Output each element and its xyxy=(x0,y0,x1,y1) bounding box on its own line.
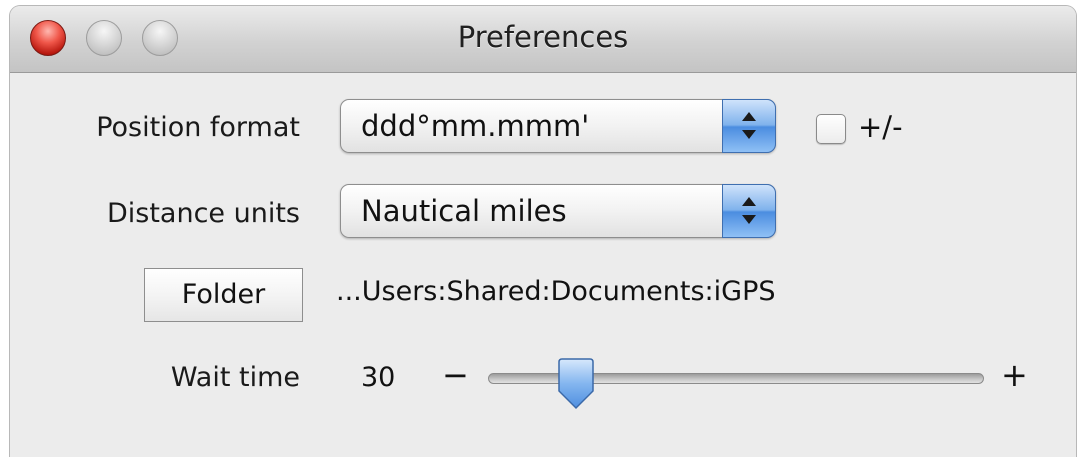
folder-button[interactable]: Folder xyxy=(144,268,303,322)
wait-time-label: Wait time xyxy=(170,362,300,393)
increase-wait-time-button[interactable]: + xyxy=(1001,356,1028,394)
wait-time-slider-knob[interactable] xyxy=(556,358,596,410)
plus-minus-checkbox[interactable] xyxy=(816,114,846,144)
title-bar[interactable]: Preferences xyxy=(10,6,1076,73)
distance-units-stepper-icon xyxy=(722,184,776,238)
position-format-value: ddd°mm.mmm' xyxy=(361,109,590,143)
position-format-popup[interactable]: ddd°mm.mmm' xyxy=(340,99,776,153)
distance-units-value: Nautical miles xyxy=(361,194,567,228)
preferences-window: Preferences Position format ddd°mm.mmm' … xyxy=(10,6,1076,457)
decrease-wait-time-button[interactable]: − xyxy=(442,356,469,394)
arrow-up-icon xyxy=(742,197,756,206)
wait-time-value: 30 xyxy=(361,362,396,393)
position-format-stepper-icon xyxy=(722,99,776,153)
folder-path: ...Users:Shared:Documents:iGPS xyxy=(336,276,776,307)
distance-units-popup[interactable]: Nautical miles xyxy=(340,184,776,238)
window-title: Preferences xyxy=(457,20,629,54)
distance-units-label: Distance units xyxy=(106,198,300,229)
arrow-down-icon xyxy=(742,130,756,139)
arrow-down-icon xyxy=(742,215,756,224)
arrow-up-icon xyxy=(742,112,756,121)
position-format-label: Position format xyxy=(96,112,300,143)
plus-minus-checkbox-label[interactable]: +/- xyxy=(858,110,903,144)
